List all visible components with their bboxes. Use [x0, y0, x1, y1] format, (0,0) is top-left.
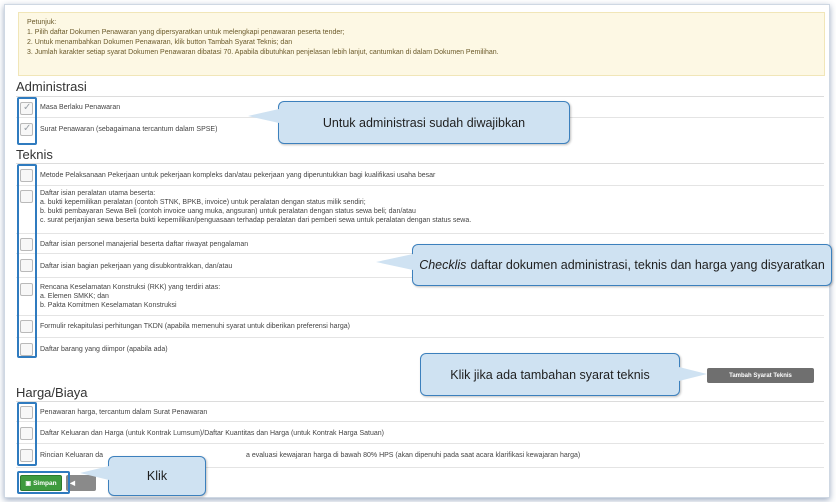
section-title-teknis: Teknis — [16, 147, 53, 162]
item-label: Penawaran harga, tercantum dalam Surat P… — [40, 409, 208, 416]
item-label: a. bukti kepemilikan peralatan (contoh S… — [40, 199, 366, 206]
petunjuk-title: Petunjuk: — [27, 19, 57, 26]
list-item: Daftar Keluaran dan Harga (untuk Kontrak… — [16, 422, 824, 444]
divider — [16, 96, 824, 97]
callout-text: Untuk administrasi sudah diwajibkan — [322, 115, 526, 130]
item-label: Daftar isian peralatan utama beserta: — [40, 190, 156, 197]
callout-text: Klik jika ada tambahan syarat teknis — [450, 367, 650, 382]
item-label: b. bukti pembayaran Sewa Beli (contoh in… — [40, 208, 416, 215]
item-label: c. surat perjanjian sewa beserta bukti k… — [40, 217, 472, 224]
section-title-administrasi: Administrasi — [16, 79, 87, 94]
item-label: a. Elemen SMKK; dan — [40, 293, 109, 300]
admin-checkbox-highlight — [17, 97, 37, 145]
item-label: Rencana Keselamatan Konstruksi (RKK) yan… — [40, 284, 221, 291]
item-label: a evaluasi kewajaran harga di bawah 80% … — [246, 452, 581, 459]
item-label: Metode Pelaksanaan Pekerjaan untuk peker… — [40, 172, 436, 179]
list-item: Daftar isian peralatan utama beserta: a.… — [16, 186, 824, 234]
harga-checkbox-highlight — [17, 402, 37, 466]
callout-pointer — [376, 254, 413, 270]
section-title-harga-biaya: Harga/Biaya — [16, 385, 88, 400]
petunjuk-line: 3. Jumlah karakter setiap syarat Dokumen… — [27, 49, 499, 56]
item-label: Rincian Keluaran da — [40, 452, 104, 459]
item-label: Daftar isian bagian pekerjaan yang disub… — [40, 263, 233, 270]
item-label: b. Pakta Komitmen Keselamatan Konstruksi — [40, 302, 177, 309]
item-label: Daftar isian personel manajerial beserta… — [40, 241, 249, 248]
petunjuk-notice: Petunjuk: 1. Pilih daftar Dokumen Penawa… — [18, 12, 825, 76]
tambah-syarat-teknis-button[interactable]: Tambah Syarat Teknis — [707, 368, 814, 383]
callout-tambah: Klik jika ada tambahan syarat teknis — [420, 353, 680, 396]
item-label: Formulir rekapitulasi perhitungan TKDN (… — [40, 323, 350, 330]
callout-text: Klik — [146, 469, 168, 483]
list-item: Penawaran harga, tercantum dalam Surat P… — [16, 402, 824, 422]
callout-text-italic: Checklis — [419, 258, 467, 272]
callout-administrasi: Untuk administrasi sudah diwajibkan — [278, 101, 570, 144]
callout-checklist: Checklis daftar dokumen administrasi, te… — [412, 244, 832, 286]
callout-pointer — [80, 466, 109, 480]
petunjuk-line: 2. Untuk menambahkan Dokumen Penawaran, … — [27, 39, 293, 46]
petunjuk-line: 1. Pilih daftar Dokumen Penawaran yang d… — [27, 29, 345, 36]
item-label: Masa Berlaku Penawaran — [40, 104, 121, 111]
teknis-checkbox-highlight — [17, 164, 37, 358]
save-button-highlight — [17, 471, 70, 494]
callout-text: daftar dokumen administrasi, teknis dan … — [470, 258, 825, 272]
callout-klik: Klik — [108, 456, 206, 496]
list-item: Formulir rekapitulasi perhitungan TKDN (… — [16, 316, 824, 338]
item-label: Surat Penawaran (sebagaimana tercantum d… — [40, 126, 218, 133]
item-label: Daftar barang yang diimpor (apabila ada) — [40, 346, 168, 353]
list-item: Metode Pelaksanaan Pekerjaan untuk peker… — [16, 164, 824, 186]
item-label: Daftar Keluaran dan Harga (untuk Kontrak… — [40, 430, 384, 437]
back-icon: ◀ — [70, 480, 75, 487]
callout-pointer — [679, 367, 707, 381]
callout-pointer — [248, 109, 279, 123]
